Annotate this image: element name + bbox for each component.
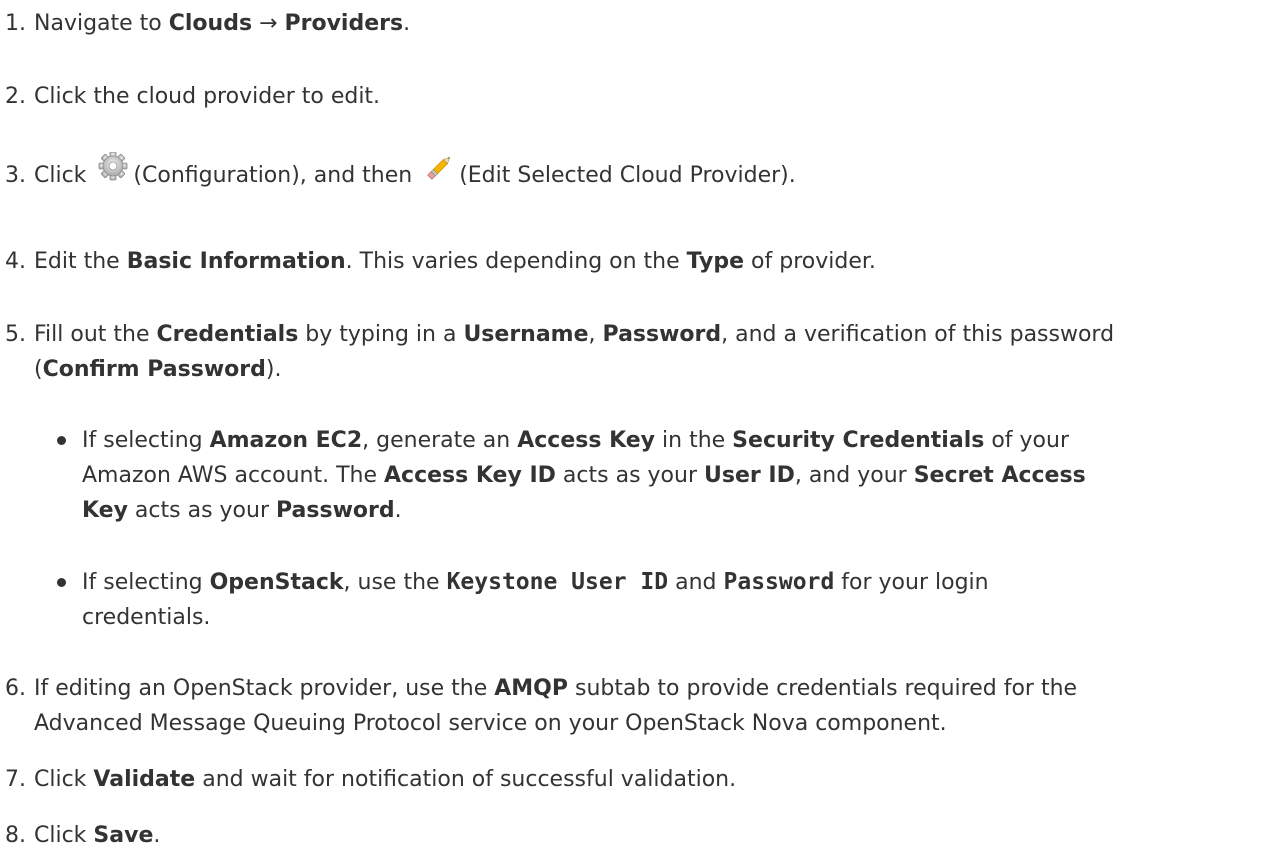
step-text: Edit the [34, 249, 127, 274]
bullet-text: and [668, 570, 724, 595]
bullet-text: If selecting [82, 428, 210, 453]
step-text: and wait for notification of successful … [195, 767, 737, 792]
term-openstack: OpenStack [209, 570, 344, 595]
step-text: If editing an OpenStack provider, use th… [34, 676, 495, 701]
step-1: 1. Navigate to Clouds → Providers. [0, 6, 1250, 41]
code-password: Password [723, 569, 835, 595]
bullet-openstack-line-2: credentials. [82, 600, 210, 635]
step-5: 5. Fill out the Credentials by typing in … [0, 317, 1250, 352]
menu-clouds: Clouds [168, 11, 253, 36]
step-number: 1. [5, 11, 26, 36]
step-3: 3. Click (Configuration), and then (Edit… [0, 151, 1250, 193]
bullet-text: , use the [343, 570, 447, 595]
pencil-icon [423, 152, 455, 184]
step-text: , and a verification of this password [721, 322, 1115, 347]
step-text: . [403, 11, 411, 36]
bullet-text: . [394, 498, 402, 523]
term-basic-information: Basic Information [126, 249, 346, 274]
bullet-text: If selecting [82, 570, 210, 595]
term-security-credentials: Security Credentials [732, 428, 985, 453]
term-user-id: User ID [704, 463, 795, 488]
term-type: Type [686, 249, 745, 274]
step-text: ( [34, 357, 43, 382]
step-text: (Edit Selected Cloud Provider). [459, 163, 796, 188]
term-secret-access: Secret Access [913, 463, 1086, 488]
step-text: Fill out the [34, 322, 157, 347]
arrow-separator: → [252, 11, 285, 36]
term-confirm-password: Confirm Password [42, 357, 266, 382]
step-6-line-2: Advanced Message Queuing Protocol servic… [34, 706, 947, 741]
term-key: Key [82, 498, 128, 523]
step-8: 8. Click Save. [0, 818, 1250, 853]
bullet-text: Amazon AWS account. The [82, 463, 385, 488]
bullet-text: of your [984, 428, 1070, 453]
term-password: Password [276, 498, 395, 523]
bullet-amazon-line-2: Amazon AWS account. The Access Key ID ac… [82, 458, 1086, 493]
step-text: subtab to provide credentials required f… [568, 676, 1078, 701]
bullet-openstack-line-1: If selecting OpenStack, use the Keystone… [82, 565, 989, 600]
step-number: 6. [5, 676, 26, 701]
term-access-key: Access Key [517, 428, 656, 453]
step-text: Click [34, 823, 94, 848]
bullet-amazon-line-3: Key acts as your Password. [82, 493, 402, 528]
step-2: 2. Click the cloud provider to edit. [0, 79, 1250, 114]
step-number: 7. [5, 767, 26, 792]
step-number: 5. [5, 322, 26, 347]
code-keystone-user-id: Keystone User ID [446, 569, 669, 595]
step-text: . [153, 823, 161, 848]
bullet-text: acts as your [555, 463, 704, 488]
step-5-line-2: (Confirm Password). [34, 352, 281, 387]
step-text: , [588, 322, 603, 347]
term-amazon-ec2: Amazon EC2 [209, 428, 363, 453]
term-save: Save [93, 823, 154, 848]
bullet-text: credentials. [82, 605, 211, 630]
term-validate: Validate [93, 767, 196, 792]
step-7: 7. Click Validate and wait for notificati… [0, 762, 1250, 797]
step-number: 4. [5, 249, 26, 274]
bullet-text: in the [655, 428, 733, 453]
step-4: 4. Edit the Basic Information. This varie… [0, 244, 1250, 279]
step-number: 3. [5, 163, 26, 188]
term-username: Username [463, 322, 589, 347]
step-6: 6. If editing an OpenStack provider, use … [0, 671, 1250, 706]
step-text: Advanced Message Queuing Protocol servic… [34, 711, 947, 736]
gear-icon [97, 151, 129, 184]
bullet-marker [57, 436, 66, 445]
step-text: Click [34, 767, 94, 792]
term-access-key-id: Access Key ID [384, 463, 556, 488]
bullet-marker [57, 578, 66, 587]
step-text: Click the cloud provider to edit. [34, 84, 381, 109]
step-text: ). [265, 357, 282, 382]
bullet-text: , generate an [362, 428, 518, 453]
term-password: Password [602, 322, 722, 347]
step-text: Navigate to [34, 11, 169, 36]
step-text: of provider. [744, 249, 876, 274]
step-text: (Configuration), and then [133, 163, 420, 188]
menu-providers: Providers [284, 11, 404, 36]
bullet-text: acts as your [127, 498, 276, 523]
term-amqp: AMQP [494, 676, 568, 701]
step-number: 2. [5, 84, 26, 109]
step-number: 8. [5, 823, 26, 848]
step-text: by typing in a [298, 322, 464, 347]
bullet-text: for your login [834, 570, 989, 595]
term-credentials: Credentials [156, 322, 299, 347]
bullet-text: , and your [794, 463, 914, 488]
bullet-amazon-line-1: If selecting Amazon EC2, generate an Acc… [82, 423, 1069, 458]
step-text: . This varies depending on the [345, 249, 687, 274]
step-text: Click [34, 163, 94, 188]
